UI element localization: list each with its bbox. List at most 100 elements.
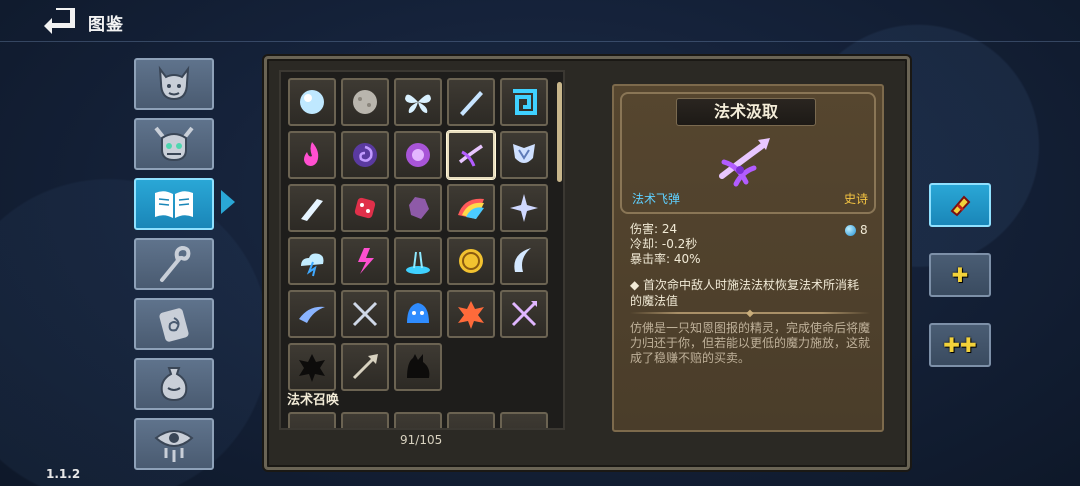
mana-icon [845, 224, 856, 236]
spell-slot[interactable] [341, 78, 389, 126]
tab-spells[interactable] [134, 178, 214, 230]
spell-slot[interactable] [394, 290, 442, 338]
star-sparkle-icon [510, 194, 538, 222]
arrow-icon [352, 354, 378, 380]
spell-slot[interactable] [447, 412, 495, 428]
back-arrow-icon [44, 6, 75, 34]
spell-slot[interactable] [500, 237, 548, 285]
plus-icon: ✚ [951, 263, 969, 287]
spell-slot[interactable] [447, 237, 495, 285]
tab-misc[interactable] [134, 418, 214, 470]
top-bar: 图鉴 [0, 0, 1080, 42]
blue-geyser-icon [406, 251, 430, 274]
fire-burst-icon [458, 301, 484, 329]
eraser-button[interactable] [929, 183, 991, 227]
tab-monsters[interactable] [134, 58, 214, 110]
double-plus-icon: ✚✚ [943, 333, 977, 357]
spell-siphon-icon [458, 144, 483, 167]
wind-slash-icon [299, 306, 325, 323]
version-label: 1.1.2 [46, 467, 81, 481]
tab-items[interactable] [134, 358, 214, 410]
pink-flame-icon [304, 142, 319, 166]
tab-staffs[interactable] [134, 238, 214, 290]
spell-slot[interactable] [500, 412, 548, 428]
purple-orb-icon [406, 143, 430, 167]
shield-crest-icon [513, 144, 535, 163]
divider-ornament-icon: ◆ [746, 308, 754, 319]
horned-skull-icon [154, 126, 194, 162]
crossed-blades-icon [352, 301, 378, 327]
stat-crit: 暴击率: 40% [630, 252, 701, 266]
spell-slot[interactable] [500, 290, 548, 338]
red-dice-icon [354, 197, 376, 219]
spell-card-icon [159, 308, 189, 342]
blue-slime-icon [407, 303, 429, 323]
section-title: 法术召唤 [287, 393, 340, 408]
spell-slot[interactable] [394, 78, 442, 126]
crossed-arrows-icon [511, 301, 537, 327]
eraser-icon [950, 195, 971, 217]
shadow-splat-icon [299, 354, 325, 382]
spell-slot[interactable] [447, 184, 495, 232]
spell-grid-panel[interactable] [279, 70, 565, 430]
staff-icon [160, 245, 191, 282]
spell-type: 法术飞弹 [632, 192, 681, 206]
spell-slot[interactable] [500, 184, 548, 232]
spell-slot[interactable] [500, 131, 548, 179]
spell-slot[interactable] [394, 343, 442, 391]
vortex-icon [353, 143, 377, 167]
spell-slot[interactable] [500, 78, 548, 126]
spell-slot[interactable] [341, 290, 389, 338]
double-upgrade-button[interactable]: ✚✚ [929, 323, 991, 367]
rainbow-fan-icon [458, 198, 484, 219]
spell-slot[interactable] [288, 78, 336, 126]
spell-slot[interactable] [288, 184, 336, 232]
spell-slot[interactable] [394, 131, 442, 179]
spiral-rune-icon [513, 89, 537, 115]
back-button[interactable] [42, 6, 78, 34]
ice-shard-icon [460, 91, 483, 116]
shadow-cat-icon [407, 354, 430, 378]
spell-slot[interactable] [447, 131, 495, 179]
spell-rarity: 史诗 [844, 192, 869, 206]
page-title: 图鉴 [88, 15, 124, 35]
spell-slot[interactable] [341, 412, 389, 428]
butterfly-icon [405, 94, 431, 113]
mana-value: 8 [860, 223, 868, 237]
spell-lore: 仿佛是一只知恩图报的精灵，完成使命后将魔力归还于你，但若能以更低的魔力施放，这就… [630, 321, 871, 365]
spell-slot[interactable] [288, 343, 336, 391]
tab-runes[interactable] [134, 298, 214, 350]
spell-slot[interactable] [341, 237, 389, 285]
upgrade-button[interactable]: ✚ [929, 253, 991, 297]
stone-ball-icon [353, 90, 377, 114]
spell-slot[interactable] [288, 131, 336, 179]
spell-slot[interactable] [288, 412, 336, 428]
eye-icon [154, 430, 194, 462]
spell-siphon-icon [719, 138, 770, 187]
spell-slot[interactable] [394, 237, 442, 285]
gold-coin-icon [459, 249, 483, 273]
spell-slot[interactable] [447, 290, 495, 338]
spell-slot[interactable] [288, 290, 336, 338]
spell-effect: ◆ 首次命中敌人时施法法杖恢复法术所消耗的魔法值 [630, 278, 860, 308]
potion-bag-icon [160, 367, 188, 402]
spell-slot[interactable] [341, 131, 389, 179]
ice-spike-icon [301, 199, 323, 221]
spell-slot[interactable] [341, 184, 389, 232]
spell-slot[interactable] [341, 343, 389, 391]
demon-face-icon [158, 65, 190, 101]
lightning-cloud-icon [301, 253, 324, 277]
spell-slot[interactable] [288, 237, 336, 285]
frost-orb-icon [300, 90, 324, 114]
tab-bosses[interactable] [134, 118, 214, 170]
grid-scrollbar[interactable] [557, 82, 562, 182]
spell-slot[interactable] [447, 78, 495, 126]
collection-count: 91/105 [400, 433, 443, 447]
crescent-blade-icon [514, 248, 531, 272]
spell-slot[interactable] [394, 412, 442, 428]
spell-name: 法术汲取 [676, 98, 816, 126]
mana-cost: 8 [845, 223, 868, 237]
active-tab-indicator [221, 190, 235, 214]
pink-lightning-icon [358, 248, 374, 274]
spell-slot[interactable] [394, 184, 442, 232]
